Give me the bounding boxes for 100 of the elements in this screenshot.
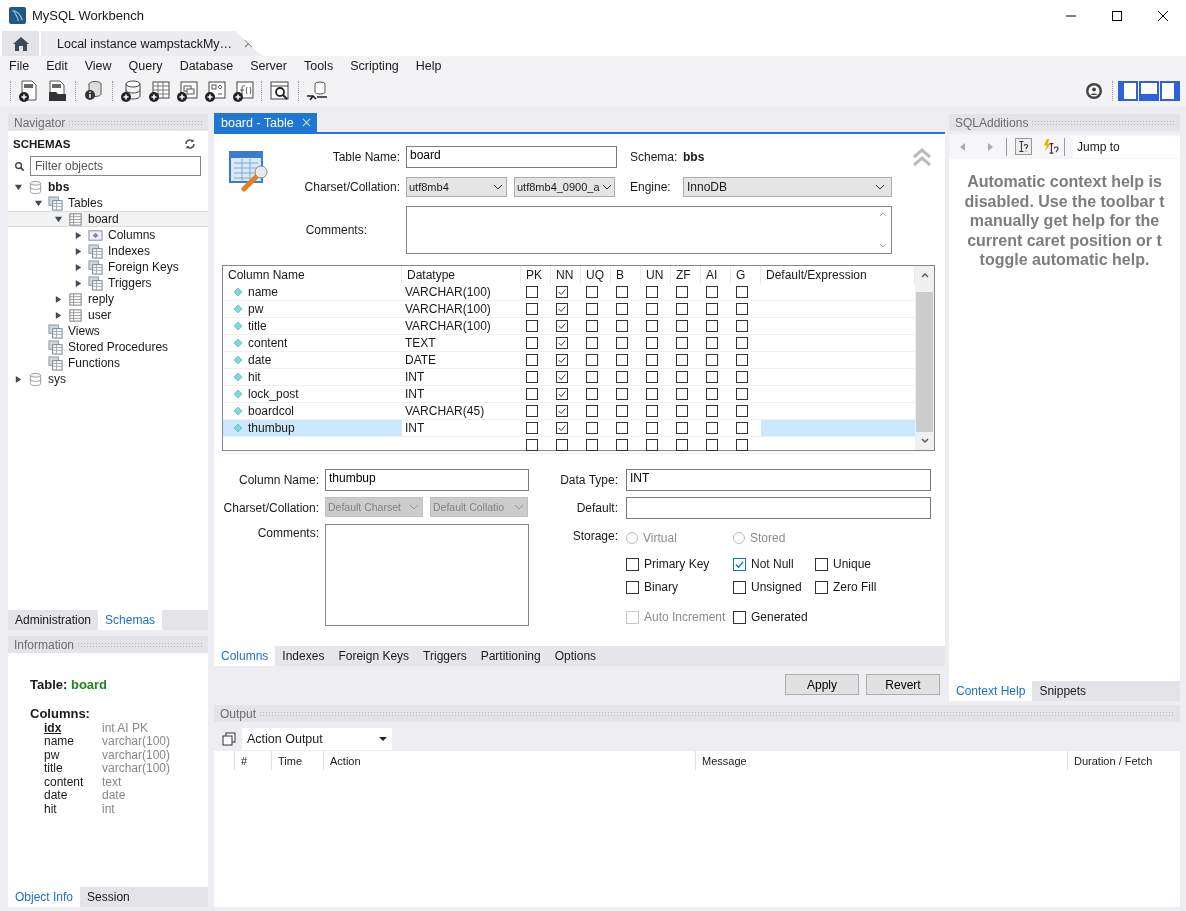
column-header[interactable]: AI	[701, 266, 731, 284]
checkbox[interactable]	[616, 337, 628, 349]
checkbox[interactable]	[586, 320, 598, 332]
checkbox[interactable]	[676, 303, 688, 315]
checkbox[interactable]	[736, 354, 748, 366]
checkbox[interactable]	[556, 388, 568, 400]
checkbox[interactable]	[526, 422, 538, 434]
editor-tab[interactable]: board - Table	[214, 113, 317, 132]
column-name-field[interactable]: thumbup	[325, 469, 529, 491]
checkbox[interactable]	[556, 439, 568, 451]
column-header[interactable]: UN	[641, 266, 671, 284]
checkbox-option[interactable]: Unsigned	[733, 580, 815, 594]
tree-item[interactable]: bbs	[8, 179, 208, 195]
layout-toggle-icon[interactable]	[1160, 81, 1180, 101]
expand-arrow-icon[interactable]	[14, 182, 23, 192]
connection-tab[interactable]: Local instance wampstackMy…	[41, 31, 262, 56]
checkbox[interactable]	[586, 371, 598, 383]
column-header[interactable]: #	[234, 751, 271, 770]
checkbox[interactable]	[646, 371, 658, 383]
menu-item[interactable]: Query	[119, 59, 171, 73]
checkbox[interactable]	[616, 320, 628, 332]
panel-tab[interactable]: Object Info	[8, 887, 81, 907]
expand-arrow-icon[interactable]	[54, 294, 63, 304]
tree-item[interactable]: Views	[8, 323, 208, 339]
grid-row[interactable]: pw VARCHAR(100)	[223, 301, 915, 318]
checkbox[interactable]	[526, 320, 538, 332]
checkbox[interactable]	[706, 320, 718, 332]
checkbox[interactable]	[616, 286, 628, 298]
tree-item[interactable]: sys	[8, 371, 208, 387]
checkbox[interactable]	[736, 303, 748, 315]
checkbox[interactable]	[646, 337, 658, 349]
panel-tab[interactable]: Context Help	[949, 681, 1033, 701]
checkbox[interactable]	[616, 303, 628, 315]
tree-item[interactable]: Triggers	[8, 275, 208, 291]
checkbox[interactable]	[676, 405, 688, 417]
tree-item[interactable]: Indexes	[8, 243, 208, 259]
menu-item[interactable]: Help	[406, 59, 450, 73]
grid-row[interactable]: date DATE	[223, 352, 915, 369]
refresh-icon[interactable]	[184, 138, 196, 150]
table-name-field[interactable]: board	[406, 146, 617, 168]
grid-row[interactable]: content TEXT	[223, 335, 915, 352]
layout-toggle-icon[interactable]	[1139, 81, 1159, 101]
checkbox[interactable]	[646, 422, 658, 434]
function-plus-icon[interactable]	[231, 79, 255, 103]
checkbox[interactable]	[616, 371, 628, 383]
menu-item[interactable]: View	[75, 59, 120, 73]
checkbox[interactable]	[526, 405, 538, 417]
tree-item[interactable]: Tables	[8, 195, 208, 211]
checkbox[interactable]	[736, 422, 748, 434]
flowchart-plus-icon[interactable]	[203, 79, 227, 103]
checkbox[interactable]	[736, 439, 748, 451]
checkbox[interactable]	[526, 439, 538, 451]
checkbox[interactable]	[736, 405, 748, 417]
column-header[interactable]: Column Name	[223, 266, 402, 284]
checkbox[interactable]	[676, 388, 688, 400]
checkbox[interactable]	[646, 320, 658, 332]
filter-field[interactable]: Filter objects	[30, 156, 201, 176]
checkbox[interactable]	[646, 354, 658, 366]
menu-item[interactable]: Tools	[294, 59, 342, 73]
checkbox[interactable]	[706, 303, 718, 315]
expand-arrow-icon[interactable]	[74, 278, 83, 288]
checkbox[interactable]	[676, 320, 688, 332]
checkbox[interactable]	[586, 439, 598, 451]
comments-field[interactable]	[406, 206, 892, 254]
checkbox-option[interactable]: Binary	[626, 580, 733, 594]
checkbox[interactable]	[646, 303, 658, 315]
checkbox[interactable]	[736, 320, 748, 332]
menu-item[interactable]: Scripting	[341, 59, 407, 73]
tree-item[interactable]: Stored Procedures	[8, 339, 208, 355]
panel-tab[interactable]: Schemas	[98, 610, 163, 630]
home-tab[interactable]	[2, 31, 39, 56]
editor-subtab[interactable]: Options	[547, 646, 604, 666]
checkbox[interactable]	[556, 320, 568, 332]
checkbox[interactable]	[676, 354, 688, 366]
charset-dropdown[interactable]: utf8mb4	[406, 177, 507, 197]
expand-arrow-icon[interactable]	[74, 230, 83, 240]
checkbox[interactable]	[556, 303, 568, 315]
checkbox[interactable]	[526, 286, 538, 298]
checkbox[interactable]	[526, 354, 538, 366]
column-header[interactable]: G	[731, 266, 761, 284]
checkbox[interactable]	[586, 354, 598, 366]
checkbox[interactable]	[556, 371, 568, 383]
checkbox[interactable]	[526, 337, 538, 349]
checkbox[interactable]	[616, 439, 628, 451]
menu-item[interactable]: File	[0, 59, 38, 73]
checkbox-option[interactable]: Zero Fill	[815, 580, 931, 594]
checkbox-option[interactable]: Not Null	[733, 557, 815, 571]
checkbox[interactable]	[736, 388, 748, 400]
settings-icon[interactable]	[1084, 81, 1104, 101]
checkbox[interactable]	[676, 422, 688, 434]
checkbox[interactable]	[586, 337, 598, 349]
column-header[interactable]: NN	[551, 266, 581, 284]
expand-arrow-icon[interactable]	[54, 310, 63, 320]
checkbox-option[interactable]: Unique	[815, 557, 931, 571]
copy-icon[interactable]	[222, 731, 236, 746]
text-cursor-help-icon[interactable]	[1015, 138, 1032, 155]
expand-arrow-icon[interactable]	[74, 246, 83, 256]
checkbox[interactable]	[556, 422, 568, 434]
expand-arrow-icon[interactable]	[54, 214, 63, 224]
tree-item[interactable]: Foreign Keys	[8, 259, 208, 275]
